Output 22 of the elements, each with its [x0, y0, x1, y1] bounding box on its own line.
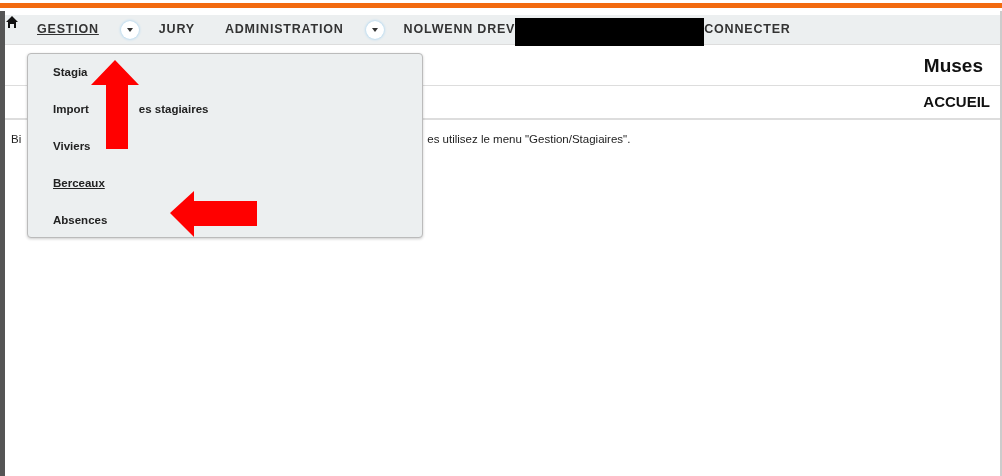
menu-item[interactable]: Absences [53, 211, 108, 230]
breadcrumb: ACCUEIL [923, 91, 990, 112]
caret-icon [371, 27, 378, 32]
nav-link[interactable]: NOLWENN DREV [403, 20, 516, 39]
up-arrow-icon [91, 60, 139, 149]
welcome-text: es utilisez le menu "Gestion/Stagiaires". [427, 132, 631, 147]
menu-item[interactable]: Berceaux [53, 174, 105, 193]
nav-link[interactable]: GESTION [37, 20, 99, 39]
menu-item[interactable]: Import [53, 100, 89, 119]
left-arrow-icon [170, 191, 257, 237]
nav-link[interactable]: JURY [158, 20, 195, 39]
menu-item[interactable]: Viviers [53, 137, 91, 156]
dropdown-toggle[interactable] [365, 20, 384, 39]
home-icon[interactable] [5, 14, 19, 29]
app-title: Muses [923, 54, 983, 79]
welcome-text: Bi [11, 132, 22, 147]
caret-icon [126, 27, 133, 32]
menu-item[interactable]: es stagiaires [138, 100, 209, 119]
nav-link[interactable]: ADMINISTRATION [224, 20, 344, 39]
dropdown-toggle[interactable] [120, 20, 139, 39]
menu-item[interactable]: Stagia [53, 63, 88, 82]
nav-link[interactable]: CONNECTER [704, 20, 791, 39]
